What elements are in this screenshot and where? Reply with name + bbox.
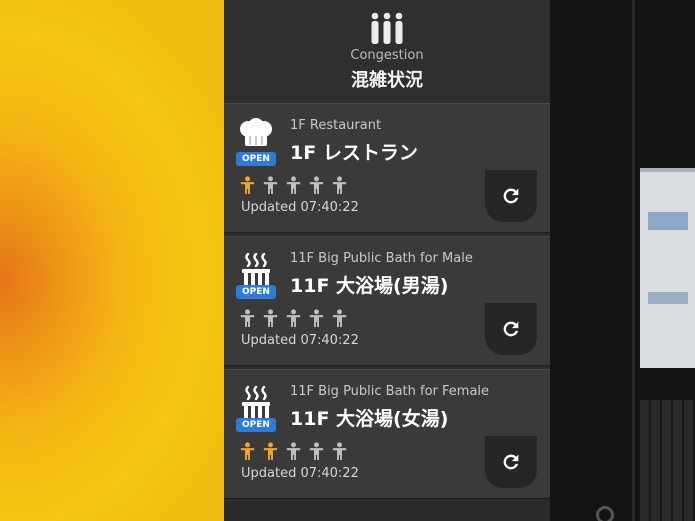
updated-time: Updated 07:40:22 <box>241 466 359 481</box>
facility-card-male-bath[interactable]: OPEN 11F Big Public Bath for Male 11F 大浴… <box>224 236 550 366</box>
person-icon <box>330 309 349 328</box>
refresh-button[interactable] <box>485 170 537 222</box>
facility-name-jp: 1F レストラン <box>290 142 418 164</box>
background-monitor <box>640 168 695 368</box>
facility-name-jp: 11F 大浴場(男湯) <box>290 275 449 297</box>
hot-spring-icon: OPEN <box>236 384 276 432</box>
refresh-button[interactable] <box>485 303 537 355</box>
open-badge: OPEN <box>236 418 276 432</box>
facility-name-en: 1F Restaurant <box>290 118 382 133</box>
bezel-edge <box>632 0 635 521</box>
person-icon <box>330 176 349 195</box>
updated-time: Updated 07:40:22 <box>241 200 359 215</box>
refresh-button[interactable] <box>485 436 537 488</box>
refresh-icon <box>503 321 519 337</box>
congestion-meter <box>238 309 349 329</box>
refresh-icon <box>503 188 519 204</box>
person-icon <box>330 442 349 461</box>
people-group-icon <box>371 12 403 44</box>
person-icon <box>238 309 257 328</box>
person-icon <box>261 176 280 195</box>
person-icon <box>284 176 303 195</box>
facility-card-restaurant[interactable]: OPEN 1F Restaurant 1F レストラン Updated 07:4… <box>224 103 550 233</box>
congestion-meter <box>238 442 349 462</box>
background-keyboard <box>640 400 695 521</box>
chef-hat-icon: OPEN <box>236 118 276 166</box>
background-wall <box>0 0 226 521</box>
person-icon-active <box>261 442 280 461</box>
person-icon-active <box>238 176 257 195</box>
refresh-icon <box>503 454 519 470</box>
person-icon <box>284 442 303 461</box>
facility-name-en: 11F Big Public Bath for Female <box>290 384 490 399</box>
person-icon <box>307 442 326 461</box>
person-icon <box>261 309 280 328</box>
header-subtitle: Congestion <box>350 48 424 63</box>
updated-time: Updated 07:40:22 <box>241 333 359 348</box>
congestion-panel: Congestion 混雑状況 OPEN 1F Restaurant 1F レス… <box>224 0 550 521</box>
facility-card-female-bath[interactable]: OPEN 11F Big Public Bath for Female 11F … <box>224 369 550 499</box>
app-header: Congestion 混雑状況 <box>224 0 550 103</box>
facility-name-jp: 11F 大浴場(女湯) <box>290 408 449 430</box>
header-title: 混雑状況 <box>351 70 423 91</box>
person-icon-active <box>238 442 257 461</box>
congestion-meter <box>238 176 349 196</box>
person-icon <box>307 309 326 328</box>
device-camera <box>596 506 614 521</box>
person-icon <box>307 176 326 195</box>
person-icon <box>284 309 303 328</box>
open-badge: OPEN <box>236 152 276 166</box>
hot-spring-icon: OPEN <box>236 251 276 299</box>
open-badge: OPEN <box>236 285 276 299</box>
facility-name-en: 11F Big Public Bath for Male <box>290 251 473 266</box>
